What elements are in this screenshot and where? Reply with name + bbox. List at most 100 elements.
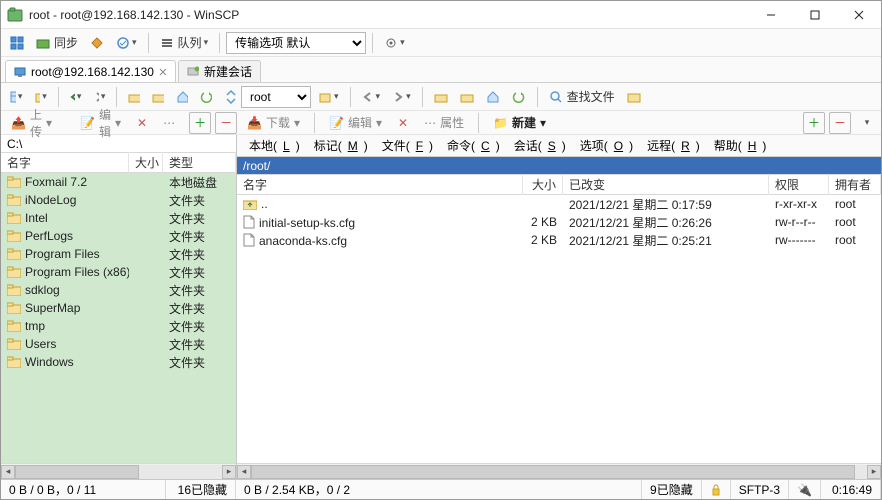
col-owner[interactable]: 拥有者 [829, 174, 881, 195]
menu-item[interactable]: 选项(O) [574, 135, 639, 156]
local-sync-browse-icon[interactable] [219, 86, 241, 108]
list-item[interactable]: iNodeLog文件夹 [1, 191, 236, 209]
transfer-options-combo[interactable]: 传输选项 默认 [226, 32, 366, 54]
list-item[interactable]: ..2021/12/21 星期二 0:17:59r-xr-xr-xroot [237, 195, 881, 213]
status-plug-icon[interactable]: 🔌 [789, 480, 821, 499]
list-item[interactable]: sdklog文件夹 [1, 281, 236, 299]
list-item[interactable]: tmp文件夹 [1, 317, 236, 335]
col-type[interactable]: 类型 [163, 152, 236, 173]
sync-button[interactable]: 同步 [31, 32, 83, 54]
col-size[interactable]: 大小 [523, 174, 563, 195]
delete-local-button[interactable]: ✕ [131, 114, 153, 132]
remote-list-header[interactable]: 名字 大小 已改变 权限 拥有者 [237, 175, 881, 195]
menu-item[interactable]: 标记(M) [308, 135, 374, 156]
nav-row: root 查找文件 [1, 83, 881, 111]
local-refresh-icon[interactable] [195, 86, 217, 108]
remote-root-icon[interactable] [455, 86, 479, 108]
separator [219, 33, 220, 53]
status-lock-icon[interactable] [702, 480, 731, 499]
local-h-scrollbar[interactable]: ◂▸ [1, 463, 236, 479]
local-list-header[interactable]: 名字 大小 类型 [1, 153, 236, 173]
window-title: root - root@192.168.142.130 - WinSCP [29, 8, 749, 22]
menu-item[interactable]: 本地(L) [243, 135, 306, 156]
new-remote-more[interactable] [855, 112, 877, 134]
list-item[interactable]: Windows文件夹 [1, 353, 236, 371]
remote-back-button[interactable] [357, 86, 386, 108]
new-remote-minus-icon[interactable]: － [829, 112, 851, 134]
list-item[interactable]: anaconda-ks.cfg2 KB2021/12/21 星期二 0:25:2… [237, 231, 881, 249]
remote-forward-button[interactable] [387, 86, 416, 108]
browse-icon[interactable] [85, 32, 109, 54]
remote-filter-dropdown[interactable] [313, 86, 344, 108]
minimize-button[interactable] [749, 1, 793, 28]
list-item[interactable]: PerfLogs文件夹 [1, 227, 236, 245]
local-root-icon[interactable] [147, 86, 169, 108]
separator [148, 33, 149, 53]
maximize-button[interactable] [793, 1, 837, 28]
sync-mode-dropdown[interactable] [111, 32, 142, 54]
status-remote: 0 B / 2.54 KB，0 / 2 [236, 480, 642, 499]
list-item[interactable]: SuperMap文件夹 [1, 299, 236, 317]
list-item[interactable]: initial-setup-ks.cfg2 KB2021/12/21 星期二 0… [237, 213, 881, 231]
queue-button[interactable]: 队列 [155, 32, 214, 54]
delete-remote-button[interactable]: ✕ [392, 114, 414, 132]
panes: C:\ 名字 大小 类型 Foxmail 7.2本地磁盘iNodeLog文件夹I… [1, 135, 881, 479]
computer-icon [14, 66, 26, 78]
edit-remote-button[interactable]: 📝 编辑 ▾ [323, 112, 388, 133]
remote-path-bar[interactable]: /root/ [237, 157, 881, 175]
remote-folder-combo[interactable]: root [241, 86, 311, 108]
remote-bookmark-icon[interactable] [622, 86, 646, 108]
menu-item[interactable]: 会话(S) [508, 135, 572, 156]
tab-label: 新建会话 [204, 63, 252, 80]
new-session-tab[interactable]: 新建会话 [178, 60, 261, 82]
new-remote-button[interactable]: 📁 新建 ▾ [487, 112, 552, 133]
remote-h-scrollbar[interactable]: ◂▸ [237, 463, 881, 479]
remote-file-list[interactable]: ..2021/12/21 星期二 0:17:59r-xr-xr-xrootini… [237, 195, 881, 463]
title-bar: root - root@192.168.142.130 - WinSCP [1, 1, 881, 29]
tab-label: root@192.168.142.130 [31, 65, 154, 79]
grid-icon[interactable] [5, 32, 29, 54]
app-icon [7, 7, 23, 23]
list-item[interactable]: Foxmail 7.2本地磁盘 [1, 173, 236, 191]
col-name[interactable]: 名字 [1, 152, 129, 173]
props-local-button[interactable]: ⋯ [157, 114, 181, 132]
status-time: 0:16:49 [821, 480, 881, 499]
status-protocol[interactable]: SFTP-3 [731, 480, 789, 499]
col-size[interactable]: 大小 [129, 152, 163, 173]
menu-item[interactable]: 帮助(H) [708, 135, 773, 156]
new-local-plus-icon[interactable]: ＋ [189, 112, 211, 134]
session-tab-bar: root@192.168.142.130 新建会话 [1, 57, 881, 83]
col-rights[interactable]: 权限 [769, 174, 829, 195]
find-files-button[interactable]: 查找文件 [544, 86, 620, 108]
close-button[interactable] [837, 1, 881, 28]
session-tab-active[interactable]: root@192.168.142.130 [5, 60, 176, 82]
col-changed[interactable]: 已改变 [563, 174, 769, 195]
status-bar: 0 B / 0 B，0 / 11 16已隐藏 0 B / 2.54 KB，0 /… [1, 479, 881, 499]
menu-item[interactable]: 文件(F) [376, 135, 439, 156]
list-item[interactable]: Users文件夹 [1, 335, 236, 353]
status-remote-hidden: 9已隐藏 [642, 480, 702, 499]
new-local-minus-icon[interactable]: － [215, 112, 237, 134]
download-button[interactable]: 📥 下载 ▾ [241, 112, 306, 133]
remote-refresh-icon[interactable] [507, 86, 531, 108]
remote-home-icon[interactable] [481, 86, 505, 108]
settings-icon[interactable] [379, 32, 410, 54]
col-name[interactable]: 名字 [237, 174, 523, 195]
new-remote-plus-icon[interactable]: ＋ [803, 112, 825, 134]
list-item[interactable]: Program Files文件夹 [1, 245, 236, 263]
remote-parent-icon[interactable] [429, 86, 453, 108]
local-path-bar[interactable]: C:\ [1, 135, 236, 153]
tab-close-icon[interactable] [159, 68, 167, 76]
status-local: 0 B / 0 B，0 / 11 [1, 480, 166, 499]
list-item[interactable]: Intel文件夹 [1, 209, 236, 227]
local-file-list[interactable]: Foxmail 7.2本地磁盘iNodeLog文件夹Intel文件夹PerfLo… [1, 173, 236, 463]
list-item[interactable]: Program Files (x86)文件夹 [1, 263, 236, 281]
remote-menu-bar[interactable]: 本地(L)标记(M)文件(F)命令(C)会话(S)选项(O)远程(R)帮助(H) [237, 135, 881, 157]
action-row: 📤 上传 ▾ 📝 编辑 ▾ ✕ ⋯ ＋ － 📥 下载 ▾ 📝 编辑 ▾ ✕ ⋯ … [1, 111, 881, 135]
props-remote-button[interactable]: ⋯ 属性 [418, 112, 470, 133]
new-session-icon [187, 66, 199, 78]
separator [372, 33, 373, 53]
menu-item[interactable]: 远程(R) [641, 135, 706, 156]
menu-item[interactable]: 命令(C) [441, 135, 506, 156]
local-home-icon[interactable] [171, 86, 193, 108]
